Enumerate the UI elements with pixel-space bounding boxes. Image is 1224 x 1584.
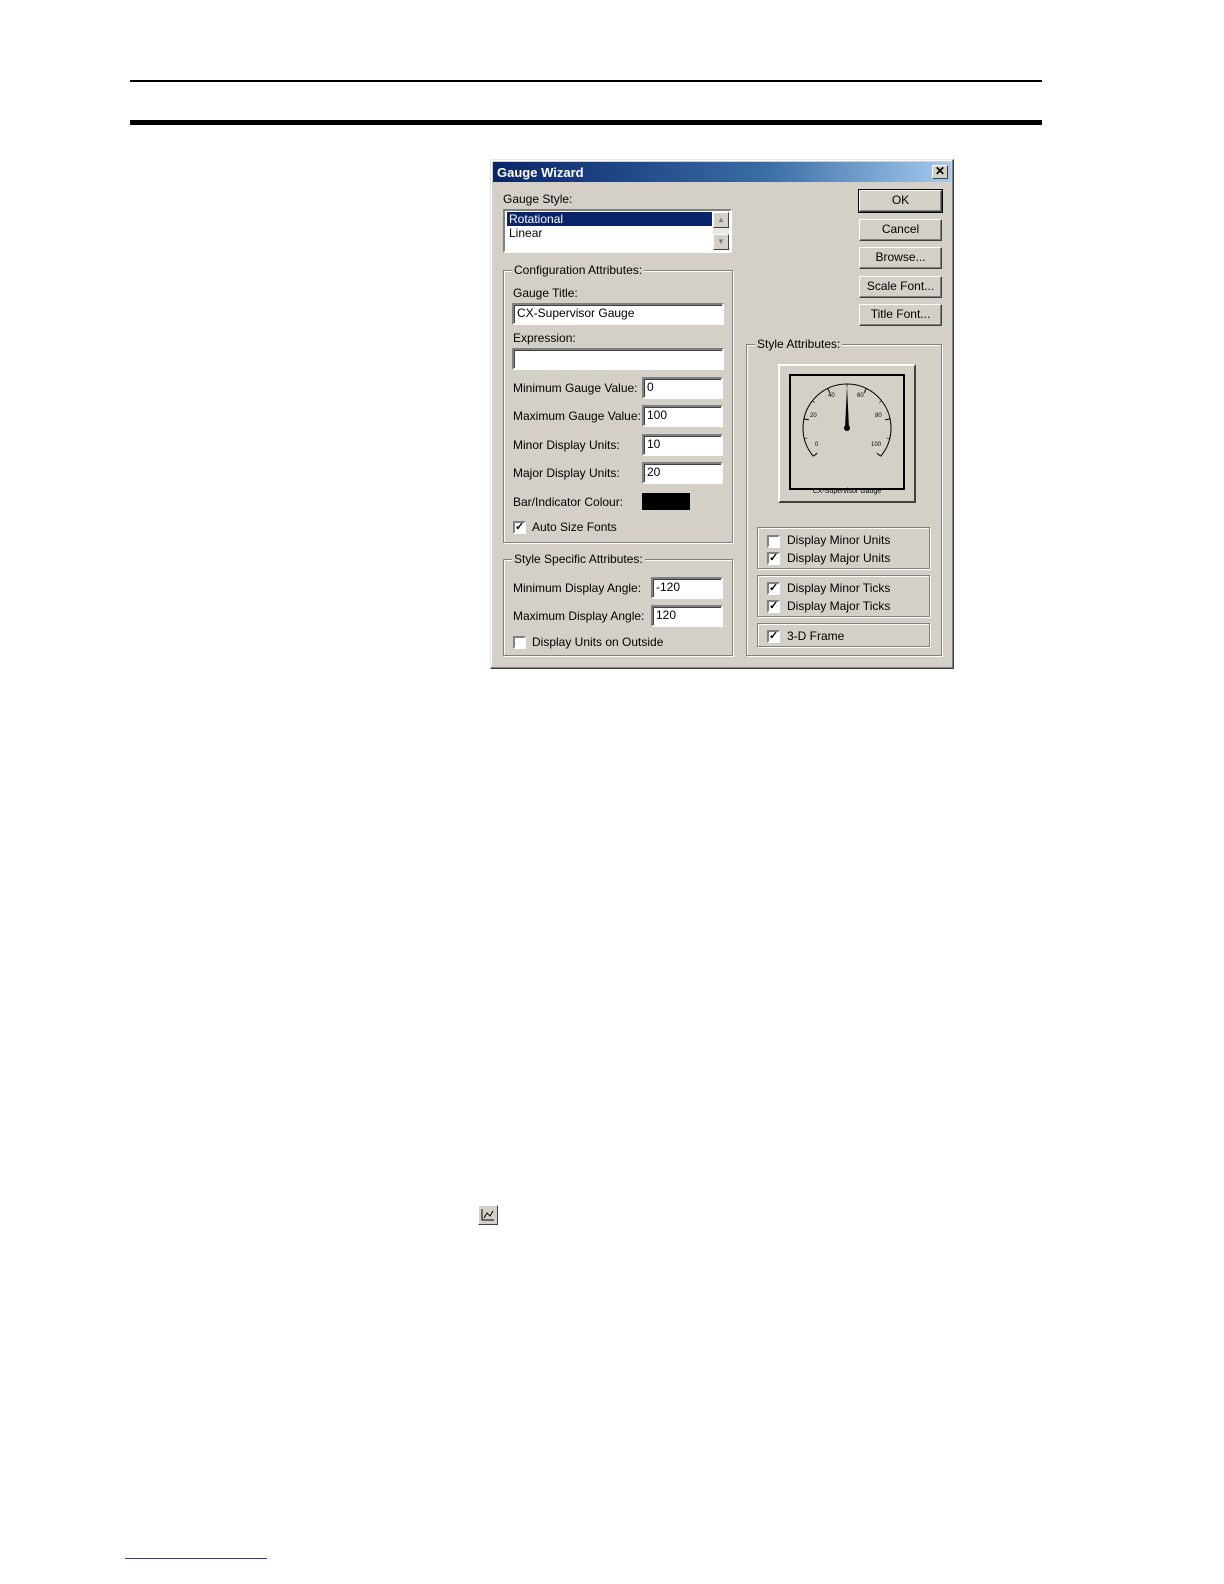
footer-link-rule <box>125 1558 267 1559</box>
tick-label-80: 80 <box>875 413 882 419</box>
gauge-title-label: Gauge Title: <box>513 286 578 300</box>
maximum-display-angle-label: Maximum Display Angle: <box>513 609 645 623</box>
display-major-ticks-label: Display Major Ticks <box>787 599 891 613</box>
bar-indicator-colour-label: Bar/Indicator Colour: <box>513 495 624 509</box>
cancel-button[interactable]: Cancel <box>859 219 942 241</box>
chart-tool-icon[interactable] <box>478 1205 498 1225</box>
style-attributes-label: Style Attributes: <box>755 337 843 351</box>
tick-label-60: 60 <box>857 393 864 399</box>
frame-3d-checkbox[interactable]: ✓ <box>767 630 780 643</box>
tick-label-100: 100 <box>871 442 882 448</box>
gauge-title-input[interactable]: CX-Supervisor Gauge <box>512 303 724 325</box>
auto-size-fonts-checkbox[interactable]: ✓ <box>513 521 526 534</box>
display-units-outside-label: Display Units on Outside <box>532 635 664 649</box>
style-specific-attributes-label: Style Specific Attributes: <box>512 552 645 566</box>
close-icon: ✕ <box>934 164 946 178</box>
minor-tick <box>886 437 890 439</box>
scale-font-button[interactable]: Scale Font... <box>859 276 942 298</box>
minor-display-units-input[interactable]: 10 <box>642 434 723 456</box>
browse-button[interactable]: Browse... <box>859 247 942 269</box>
tick-label-20: 20 <box>810 413 817 419</box>
major-display-units-label: Major Display Units: <box>513 466 620 480</box>
gauge-preview: 0 20 40 60 80 100 CX-Supervisor Gauge <box>778 364 916 503</box>
display-units-outside-checkbox[interactable] <box>513 636 526 649</box>
close-button[interactable]: ✕ <box>932 165 948 179</box>
title-font-button[interactable]: Title Font... <box>859 304 942 326</box>
checkmark-icon: ✓ <box>769 600 779 612</box>
gauge-needle <box>845 386 849 428</box>
minor-display-units-label: Minor Display Units: <box>513 438 620 452</box>
minimum-display-angle-label: Minimum Display Angle: <box>513 581 642 595</box>
tick-label-40: 40 <box>828 393 835 399</box>
display-minor-units-label: Display Minor Units <box>787 533 891 547</box>
chart-tool-glyph <box>481 1209 494 1221</box>
frame-3d-label: 3-D Frame <box>787 629 845 643</box>
ok-button[interactable]: OK <box>858 189 943 213</box>
display-minor-ticks-checkbox[interactable]: ✓ <box>767 582 780 595</box>
scroll-up-button[interactable]: ▲ <box>713 212 729 228</box>
maximum-display-angle-input[interactable]: 120 <box>651 605 723 627</box>
display-major-units-checkbox[interactable]: ✓ <box>767 552 780 565</box>
maximum-gauge-value-input[interactable]: 100 <box>642 405 723 427</box>
auto-size-fonts-label: Auto Size Fonts <box>532 520 617 534</box>
major-tick <box>803 418 809 421</box>
minor-tick <box>812 400 815 403</box>
display-major-units-label: Display Major Units <box>787 551 891 565</box>
gauge-hub <box>844 425 850 431</box>
minimum-gauge-value-label: Minimum Gauge Value: <box>513 381 638 395</box>
minimum-display-angle-input[interactable]: -120 <box>651 577 723 599</box>
minor-tick <box>879 400 882 403</box>
minimum-gauge-value-input[interactable]: 0 <box>642 377 723 399</box>
display-minor-ticks-label: Display Minor Ticks <box>787 581 891 595</box>
configuration-attributes-label: Configuration Attributes: <box>512 263 645 277</box>
list-item-linear[interactable]: Linear <box>507 226 712 240</box>
scroll-down-button[interactable]: ▼ <box>713 234 729 250</box>
minor-tick <box>804 437 808 439</box>
gauge-preview-face: 0 20 40 60 80 100 <box>789 374 905 490</box>
expression-label: Expression: <box>513 331 576 345</box>
checkmark-icon: ✓ <box>769 630 779 642</box>
major-display-units-input[interactable]: 20 <box>642 462 723 484</box>
gauge-preview-svg: 0 20 40 60 80 100 <box>802 383 892 457</box>
display-major-ticks-checkbox[interactable]: ✓ <box>767 600 780 613</box>
major-tick <box>863 388 867 394</box>
arrow-up-icon: ▲ <box>717 215 725 224</box>
bar-indicator-colour-swatch[interactable] <box>642 493 690 510</box>
major-tick <box>876 452 882 457</box>
checkmark-icon: ✓ <box>515 521 525 533</box>
maximum-gauge-value-label: Maximum Gauge Value: <box>513 409 641 423</box>
gauge-wizard-dialog: Gauge Wizard ✕ Gauge Style: Rotational L… <box>490 159 954 669</box>
gauge-preview-caption: CX-Supervisor Gauge <box>812 488 882 495</box>
header-rule-thin <box>130 80 1042 82</box>
tick-label-0: 0 <box>815 442 819 448</box>
expression-input[interactable] <box>512 348 724 370</box>
display-minor-units-checkbox[interactable] <box>767 535 780 548</box>
gauge-style-label: Gauge Style: <box>503 192 573 206</box>
arrow-down-icon: ▼ <box>717 237 725 246</box>
list-item-rotational[interactable]: Rotational <box>507 212 712 226</box>
dialog-title: Gauge Wizard <box>497 165 584 180</box>
major-tick <box>812 452 818 457</box>
header-rule-thick <box>130 120 1042 125</box>
title-bar[interactable]: Gauge Wizard ✕ <box>493 162 951 182</box>
gauge-style-listbox[interactable]: Rotational Linear ▲ ▼ <box>503 209 732 253</box>
major-tick <box>885 418 891 421</box>
checkmark-icon: ✓ <box>769 552 779 564</box>
checkmark-icon: ✓ <box>769 582 779 594</box>
